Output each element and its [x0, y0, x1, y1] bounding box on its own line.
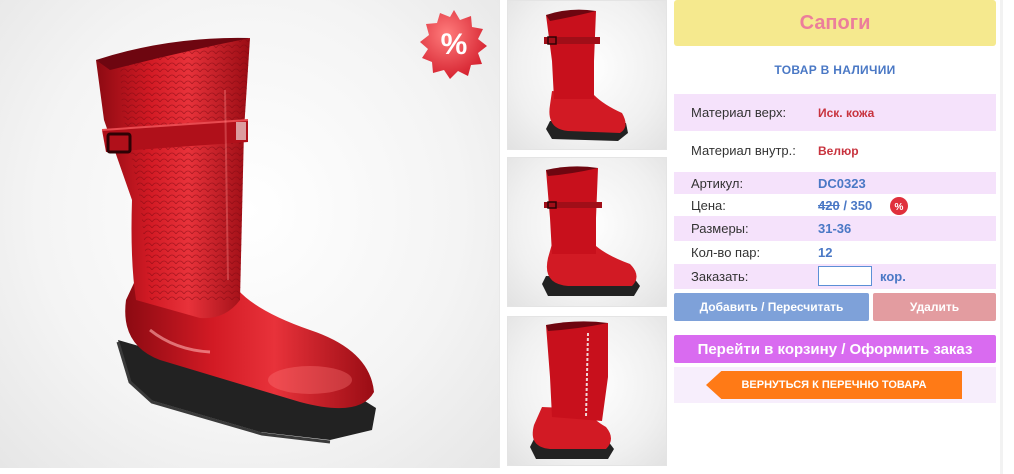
spec-row-order: Заказать: кор. — [674, 264, 996, 289]
order-label: Заказать: — [691, 269, 749, 284]
svg-text:%: % — [441, 28, 468, 61]
product-title: Сапоги — [799, 11, 871, 34]
new-price: 350 — [850, 197, 873, 213]
article-value: DC0323 — [818, 175, 866, 191]
percent-icon: % — [420, 10, 487, 79]
thumbnail-2[interactable] — [507, 157, 667, 307]
thumbnail-1[interactable] — [507, 0, 667, 150]
delete-button[interactable]: Удалить — [873, 293, 996, 321]
product-info-panel: Сапоги ТОВАР В НАЛИЧИИ Материал верх: Ис… — [674, 0, 996, 403]
sale-percent-mini-icon: % — [890, 197, 908, 215]
order-quantity-input[interactable] — [818, 266, 872, 286]
back-to-catalog-button[interactable]: ВЕРНУТЬСЯ К ПЕРЕЧНЮ ТОВАРА — [706, 371, 962, 399]
red-boot-side-image — [542, 166, 640, 296]
red-boot-front-image — [544, 9, 628, 141]
order-unit: кор. — [880, 269, 906, 284]
product-title-box: Сапоги — [674, 0, 996, 46]
material-inner-label: Материал внутр.: — [691, 143, 796, 158]
pairs-value: 12 — [818, 245, 833, 260]
material-inner-value: Велюр — [818, 143, 859, 158]
price-label: Цена: — [691, 197, 726, 213]
page-right-border — [1000, 0, 1003, 474]
old-price: 420 — [818, 197, 840, 213]
cart-actions: Добавить / Пересчитать Удалить — [674, 293, 996, 321]
add-recalculate-button[interactable]: Добавить / Пересчитать — [674, 293, 869, 321]
sizes-value: 31-36 — [818, 221, 852, 236]
spec-row-material-top: Материал верх: Иск. кожа — [674, 94, 996, 131]
stock-status: ТОВАР В НАЛИЧИИ — [774, 63, 896, 77]
sizes-label: Размеры: — [691, 221, 749, 236]
spec-row-price: Цена: 420 / 350 % — [674, 194, 996, 216]
price-separator: / — [839, 197, 851, 213]
article-label: Артикул: — [691, 175, 744, 191]
sale-percent-badge: % — [418, 8, 490, 80]
spec-row-material-inner: Материал внутр.: Велюр — [674, 132, 996, 169]
back-button-container: ВЕРНУТЬСЯ К ПЕРЕЧНЮ ТОВАРА — [674, 367, 996, 403]
price-value: 420 / 350 — [818, 198, 872, 213]
material-top-label: Материал верх: — [691, 105, 787, 120]
pairs-label: Кол-во пар: — [691, 245, 761, 260]
spec-row-pairs: Кол-во пар: 12 — [674, 241, 996, 264]
spec-row-sizes: Размеры: 31-36 — [674, 216, 996, 241]
red-boot-inner-image — [530, 321, 614, 459]
material-top-value: Иск. кожа — [818, 105, 875, 120]
svg-text:%: % — [895, 202, 904, 213]
spec-row-article: Артикул: DC0323 — [674, 172, 996, 194]
thumbnail-3[interactable] — [507, 316, 667, 466]
go-to-cart-button[interactable]: Перейти в корзину / Оформить заказ — [674, 335, 996, 363]
